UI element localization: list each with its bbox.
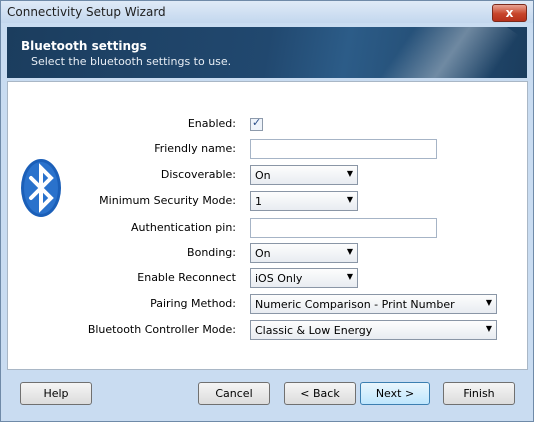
discoverable-value: On <box>255 169 271 182</box>
bonding-value: On <box>255 247 271 260</box>
row-bonding: Bonding: On ▼ <box>0 243 534 263</box>
controller-mode-label: Bluetooth Controller Mode: <box>87 323 236 336</box>
cancel-button[interactable]: Cancel <box>198 382 270 405</box>
chevron-down-icon: ▼ <box>346 272 353 281</box>
enabled-checkbox[interactable]: ✓ <box>250 116 263 131</box>
enabled-label: Enabled: <box>187 117 236 130</box>
min-security-value: 1 <box>255 195 262 208</box>
row-enabled: Enabled: ✓ <box>0 114 534 134</box>
pairing-label: Pairing Method: <box>150 297 236 310</box>
reconnect-value: iOS Only <box>255 272 303 285</box>
banner-highlight <box>364 27 520 78</box>
check-icon: ✓ <box>252 116 262 129</box>
row-auth-pin: Authentication pin: <box>0 218 534 238</box>
min-security-select[interactable]: 1 ▼ <box>250 191 358 211</box>
discoverable-label: Discoverable: <box>160 168 236 181</box>
reconnect-select[interactable]: iOS Only ▼ <box>250 268 358 288</box>
pairing-select[interactable]: Numeric Comparison - Print Number ▼ <box>250 294 497 314</box>
reconnect-label: Enable Reconnect <box>137 271 236 284</box>
auth-pin-input[interactable] <box>250 218 437 238</box>
chevron-down-icon: ▼ <box>485 298 492 307</box>
friendly-name-input[interactable] <box>250 139 437 159</box>
wizard-window: Connectivity Setup Wizard x Bluetooth se… <box>0 0 534 422</box>
row-pairing: Pairing Method: Numeric Comparison - Pri… <box>0 294 534 314</box>
back-button[interactable]: < Back <box>284 382 356 405</box>
close-button[interactable]: x <box>492 4 527 22</box>
controller-mode-select[interactable]: Classic & Low Energy ▼ <box>250 320 497 340</box>
header-title: Bluetooth settings <box>21 39 147 53</box>
window-title: Connectivity Setup Wizard <box>7 5 166 19</box>
bonding-label: Bonding: <box>187 246 236 259</box>
auth-pin-label: Authentication pin: <box>131 221 236 234</box>
row-reconnect: Enable Reconnect iOS Only ▼ <box>0 268 534 288</box>
chevron-down-icon: ▼ <box>346 247 353 256</box>
title-bar[interactable]: Connectivity Setup Wizard x <box>1 1 533 23</box>
chevron-down-icon: ▼ <box>346 169 353 178</box>
min-security-label: Minimum Security Mode: <box>99 194 236 207</box>
header-banner: Bluetooth settings Select the bluetooth … <box>7 27 527 78</box>
friendly-name-label: Friendly name: <box>154 142 236 155</box>
pairing-value: Numeric Comparison - Print Number <box>255 298 455 311</box>
finish-button[interactable]: Finish <box>443 382 515 405</box>
next-button[interactable]: Next > <box>360 382 430 405</box>
discoverable-select[interactable]: On ▼ <box>250 165 358 185</box>
chevron-down-icon: ▼ <box>485 324 492 333</box>
row-friendly-name: Friendly name: <box>0 139 534 159</box>
bonding-select[interactable]: On ▼ <box>250 243 358 263</box>
row-controller-mode: Bluetooth Controller Mode: Classic & Low… <box>0 320 534 340</box>
header-subtitle: Select the bluetooth settings to use. <box>31 55 232 68</box>
help-button[interactable]: Help <box>20 382 92 405</box>
close-icon: x <box>505 6 514 20</box>
row-min-security: Minimum Security Mode: 1 ▼ <box>0 191 534 211</box>
chevron-down-icon: ▼ <box>346 195 353 204</box>
controller-mode-value: Classic & Low Energy <box>255 324 373 337</box>
row-discoverable: Discoverable: On ▼ <box>0 165 534 185</box>
